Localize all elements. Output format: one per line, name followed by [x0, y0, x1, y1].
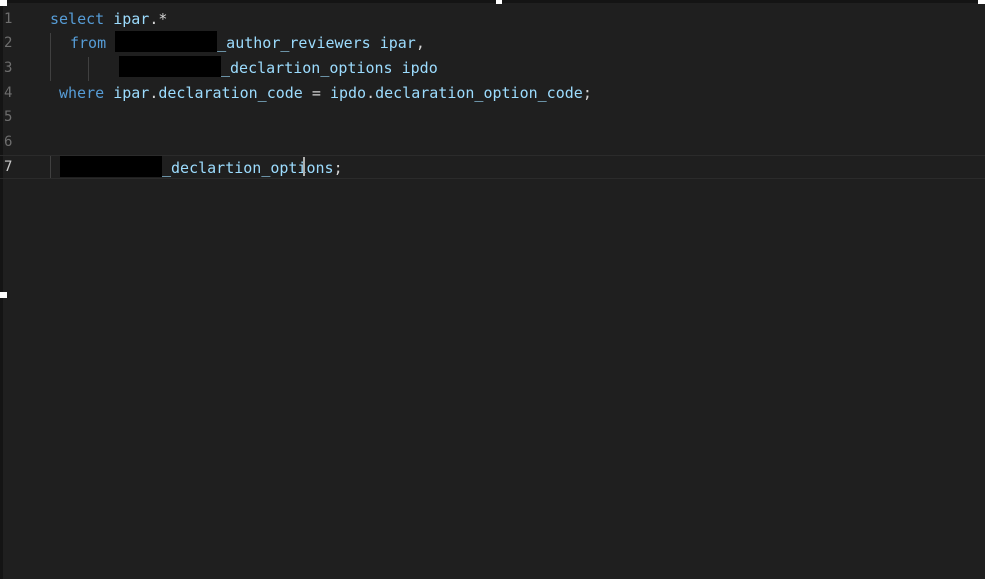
sql-punctuation: ,: [415, 34, 425, 52]
line-number: 2: [4, 35, 13, 51]
redacted-schema-name: [60, 156, 162, 177]
sql-identifier: _declartion_options: [162, 159, 334, 177]
code-line[interactable]: 4 where ipar.declaration_code = ipdo.decl…: [0, 81, 985, 105]
line-code[interactable]: _declartion_options;: [60, 156, 343, 179]
sql-punctuation: .: [366, 84, 376, 102]
sql-editor[interactable]: 1 select ipar.* 2 from _author_reviewers ip…: [0, 0, 985, 579]
sql-punctuation: .: [149, 84, 159, 102]
line-number: 6: [4, 134, 13, 150]
sql-keyword: from: [70, 34, 107, 52]
selection-handle: [0, 0, 7, 6]
sql-identifier: ipdo: [401, 59, 438, 77]
sql-punctuation: [371, 34, 380, 52]
selection-handle: [978, 0, 985, 4]
redacted-schema-name: [119, 56, 221, 77]
line-number: 5: [4, 109, 13, 125]
sql-identifier: ipdo: [329, 84, 367, 102]
sql-punctuation: [106, 34, 115, 52]
line-code[interactable]: _declartion_options ipdo: [119, 56, 438, 80]
line-code[interactable]: where ipar.declaration_code = ipdo.decla…: [59, 81, 592, 105]
sql-identifier: ipar: [113, 10, 150, 28]
window-top-edge: [0, 0, 985, 3]
code-line[interactable]: 2 from _author_reviewers ipar,: [0, 31, 985, 55]
sql-punctuation: [104, 10, 113, 28]
sql-identifier: declaration_option_code: [375, 84, 583, 102]
code-line[interactable]: 6: [0, 130, 985, 154]
sql-identifier: _author_reviewers: [217, 34, 371, 52]
sql-punctuation: .*: [149, 10, 168, 28]
sql-identifier: declaration_code: [158, 84, 303, 102]
sql-punctuation: [393, 59, 402, 77]
code-line[interactable]: 5: [0, 105, 985, 129]
sql-keyword: select: [50, 10, 105, 28]
code-line[interactable]: 7 _declartion_options;: [0, 155, 985, 179]
sql-punctuation: [104, 84, 113, 102]
line-number: 4: [4, 85, 13, 101]
sql-identifier: _declartion_options: [221, 59, 393, 77]
sql-keyword: where: [59, 84, 105, 102]
redacted-schema-name: [115, 31, 218, 52]
sql-punctuation: ;: [582, 84, 592, 102]
line-number: 7: [4, 159, 13, 175]
selection-handle: [0, 292, 7, 298]
sql-identifier: ipar: [379, 34, 416, 52]
sql-punctuation: =: [302, 84, 330, 102]
line-number: 1: [4, 11, 13, 27]
line-code[interactable]: from _author_reviewers ipar,: [70, 31, 425, 55]
line-code[interactable]: select ipar.*: [50, 7, 167, 31]
code-line[interactable]: 3 _declartion_options ipdo: [0, 56, 985, 80]
line-number: 3: [4, 60, 13, 76]
sql-punctuation: ;: [333, 159, 343, 177]
sql-identifier: ipar: [113, 84, 150, 102]
text-cursor: [303, 157, 305, 176]
code-line[interactable]: 1 select ipar.*: [0, 7, 985, 31]
selection-handle: [496, 0, 502, 4]
